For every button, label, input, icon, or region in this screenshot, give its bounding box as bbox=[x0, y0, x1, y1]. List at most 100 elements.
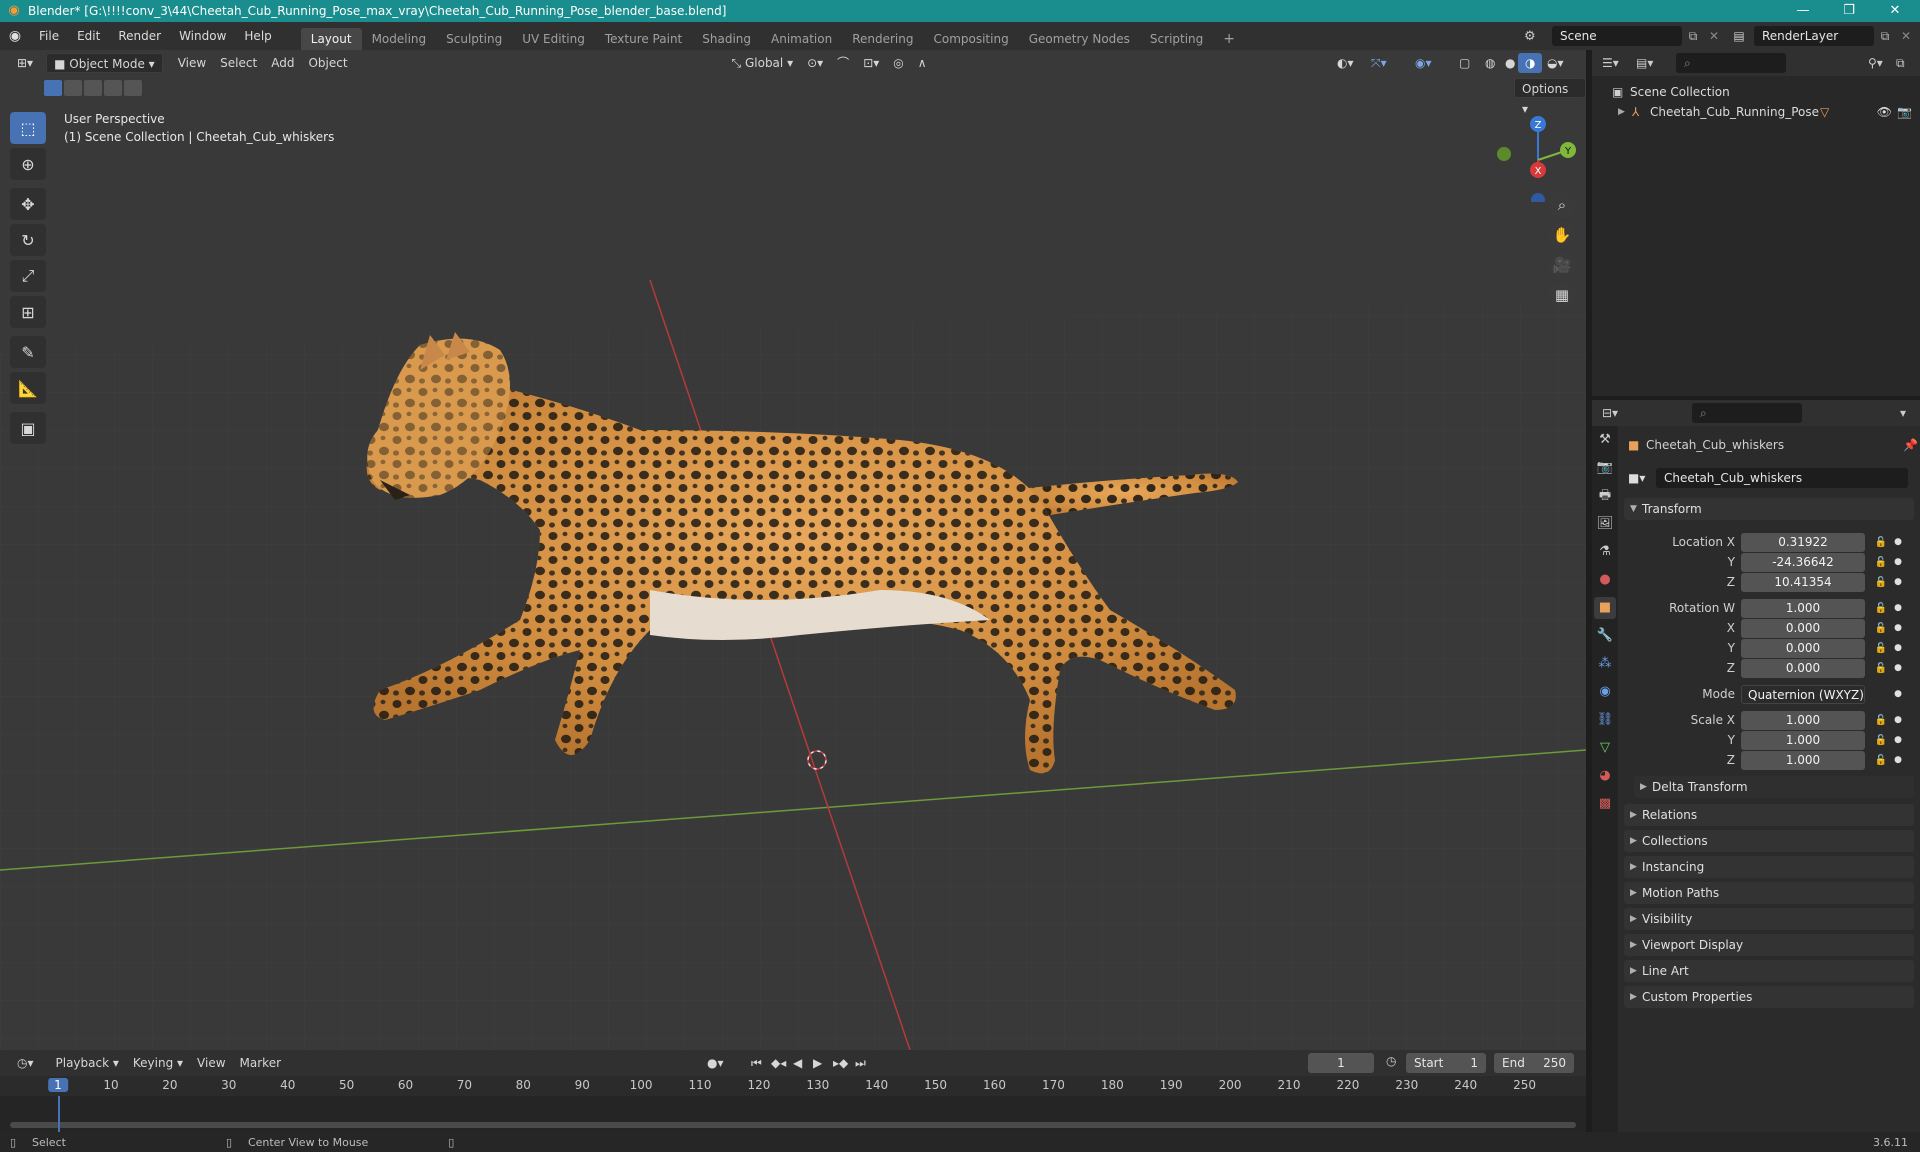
scale-x-field[interactable]: 1.000 bbox=[1741, 710, 1865, 730]
add-workspace-button[interactable]: + bbox=[1213, 28, 1245, 50]
transform-orientation[interactable]: ⤡ Global ▾ bbox=[725, 53, 801, 73]
scale-z-field[interactable]: 1.000 bbox=[1741, 750, 1865, 770]
location-x-field[interactable]: 0.31922 bbox=[1741, 532, 1865, 552]
properties-editor-icon[interactable]: ⊟▾ bbox=[1602, 406, 1636, 420]
material-shading-icon[interactable]: ◑ bbox=[1518, 53, 1543, 73]
jump-end-icon[interactable]: ⏭ bbox=[848, 1053, 873, 1073]
ortho-grid-icon[interactable]: ▦ bbox=[1549, 282, 1575, 308]
menu-edit[interactable]: Edit bbox=[68, 22, 109, 50]
new-layer-icon[interactable]: ⧉ bbox=[1874, 29, 1896, 44]
keyframe-dot-icon[interactable]: ● bbox=[1891, 623, 1905, 633]
start-frame-field[interactable]: Start 1 bbox=[1406, 1053, 1486, 1073]
select-subtract-icon[interactable] bbox=[84, 80, 102, 96]
menu-view[interactable]: View bbox=[171, 53, 213, 73]
new-collection-icon[interactable]: ⧉ bbox=[1896, 56, 1920, 71]
tab-scripting[interactable]: Scripting bbox=[1140, 28, 1213, 50]
data-tab-icon[interactable]: ▽ bbox=[1594, 737, 1616, 759]
select-box-tool-icon[interactable]: ⬚ bbox=[10, 112, 46, 144]
object-tab-icon[interactable]: ■ bbox=[1594, 597, 1616, 619]
editor-type-icon[interactable]: ⊞▾ bbox=[10, 53, 40, 73]
filter-icon[interactable]: ⚲▾ bbox=[1868, 56, 1896, 70]
timeline-scrollbar[interactable] bbox=[10, 1122, 1576, 1128]
cursor-tool-icon[interactable]: ⊕ bbox=[10, 148, 46, 180]
tab-sculpting[interactable]: Sculpting bbox=[436, 28, 512, 50]
lock-icon[interactable]: 🔓 bbox=[1871, 577, 1891, 588]
current-frame-field[interactable]: 1 bbox=[1308, 1053, 1374, 1073]
pan-hand-icon[interactable]: ✋ bbox=[1549, 222, 1575, 248]
physics-tab-icon[interactable]: ◉ bbox=[1594, 681, 1616, 703]
navigation-gizmo[interactable]: Z Y X bbox=[1490, 112, 1580, 202]
properties-options-icon[interactable]: ▾ bbox=[1900, 406, 1920, 420]
menu-object[interactable]: Object bbox=[301, 53, 354, 73]
location-z-field[interactable]: 10.41354 bbox=[1741, 572, 1865, 592]
keyframe-dot-icon[interactable]: ● bbox=[1891, 537, 1905, 547]
tab-animation[interactable]: Animation bbox=[761, 28, 842, 50]
move-tool-icon[interactable]: ✥ bbox=[10, 188, 46, 220]
menu-select[interactable]: Select bbox=[213, 53, 264, 73]
keyframe-dot-icon[interactable]: ● bbox=[1891, 603, 1905, 613]
scene-tab-icon[interactable]: ⚗ bbox=[1594, 541, 1616, 563]
lock-icon[interactable]: 🔓 bbox=[1871, 557, 1891, 568]
falloff-icon[interactable]: ∧ bbox=[911, 53, 934, 73]
datablock-browse-icon[interactable]: ■▾ bbox=[1628, 471, 1656, 485]
render-tab-icon[interactable]: 📷 bbox=[1594, 457, 1616, 479]
preview-range-icon[interactable]: ◷ bbox=[1386, 1054, 1396, 1068]
panel-viewport-display[interactable]: ▶ Viewport Display bbox=[1624, 934, 1914, 956]
camera-view-icon[interactable]: 🎥 bbox=[1549, 252, 1575, 278]
tab-geometry-nodes[interactable]: Geometry Nodes bbox=[1019, 28, 1140, 50]
new-scene-icon[interactable]: ⧉ bbox=[1682, 29, 1704, 44]
keyframe-dot-icon[interactable]: ● bbox=[1891, 643, 1905, 653]
lock-icon[interactable]: 🔓 bbox=[1871, 735, 1891, 746]
tab-shading[interactable]: Shading bbox=[692, 28, 761, 50]
world-tab-icon[interactable]: ● bbox=[1594, 569, 1616, 591]
modifier-tab-icon[interactable]: 🔧 bbox=[1594, 625, 1616, 647]
panel-custom-properties[interactable]: ▶ Custom Properties bbox=[1624, 986, 1914, 1008]
select-new-icon[interactable] bbox=[44, 80, 62, 96]
lock-icon[interactable]: 🔓 bbox=[1871, 715, 1891, 726]
remove-layer-icon[interactable]: ✕ bbox=[1896, 29, 1916, 43]
panel-relations[interactable]: ▶ Relations bbox=[1624, 804, 1914, 826]
lock-icon[interactable]: 🔓 bbox=[1871, 537, 1891, 548]
remove-scene-icon[interactable]: ✕ bbox=[1704, 29, 1724, 43]
auto-keying-icon[interactable]: ●▾ bbox=[700, 1053, 731, 1073]
blender-menu-icon[interactable]: ◉ bbox=[0, 28, 30, 44]
menu-help[interactable]: Help bbox=[235, 22, 280, 50]
tab-layout[interactable]: Layout bbox=[300, 28, 362, 50]
keyframe-dot-icon[interactable]: ● bbox=[1891, 689, 1905, 699]
delta-transform-subpanel[interactable]: ▶ Delta Transform bbox=[1634, 776, 1914, 798]
select-extend-icon[interactable] bbox=[64, 80, 82, 96]
menu-file[interactable]: File bbox=[30, 22, 68, 50]
timeline-editor-icon[interactable]: ◷▾ bbox=[10, 1053, 41, 1073]
panel-visibility[interactable]: ▶ Visibility bbox=[1624, 908, 1914, 930]
3d-viewport[interactable]: ⊞▾ ■ Object Mode ▾ View Select Add Objec… bbox=[0, 50, 1586, 1050]
render-layer-field[interactable]: RenderLayer bbox=[1754, 26, 1874, 46]
rotate-tool-icon[interactable]: ↻ bbox=[10, 224, 46, 256]
scale-y-field[interactable]: 1.000 bbox=[1741, 730, 1865, 750]
keyframe-dot-icon[interactable]: ● bbox=[1891, 557, 1905, 567]
keyframe-dot-icon[interactable]: ● bbox=[1891, 735, 1905, 745]
menu-add[interactable]: Add bbox=[264, 53, 301, 73]
proportional-edit-icon[interactable]: ◎ bbox=[886, 53, 910, 73]
panel-motion-paths[interactable]: ▶ Motion Paths bbox=[1624, 882, 1914, 904]
tab-rendering[interactable]: Rendering bbox=[842, 28, 923, 50]
menu-marker[interactable]: Marker bbox=[233, 1053, 288, 1073]
timeline-track-area[interactable] bbox=[0, 1096, 1586, 1132]
outliner-editor-icon[interactable]: ☰▾ bbox=[1602, 56, 1636, 70]
outliner-search-input[interactable]: ⌕ bbox=[1676, 53, 1786, 73]
outliner-item[interactable]: ▶ ⅄ Cheetah_Cub_Running_Pose ▽ 👁 📷 bbox=[1592, 102, 1920, 122]
scale-tool-icon[interactable]: ⤢ bbox=[10, 260, 46, 292]
measure-tool-icon[interactable]: 📐 bbox=[10, 372, 46, 404]
maximize-icon[interactable]: ❐ bbox=[1826, 0, 1872, 22]
options-dropdown[interactable]: Options ▾ bbox=[1514, 78, 1586, 116]
outliner-scene-collection[interactable]: ▣ Scene Collection bbox=[1592, 82, 1920, 102]
overlay-toggle-icon[interactable]: ◉▾ bbox=[1408, 53, 1439, 73]
rotation-w-field[interactable]: 1.000 bbox=[1741, 598, 1865, 618]
render-layer-icon[interactable]: ▤ bbox=[1724, 29, 1754, 43]
display-mode-icon[interactable]: ▤▾ bbox=[1636, 56, 1666, 70]
panel-instancing[interactable]: ▶ Instancing bbox=[1624, 856, 1914, 878]
material-tab-icon[interactable]: ◕ bbox=[1594, 765, 1616, 787]
texture-tab-icon[interactable]: ▩ bbox=[1594, 793, 1616, 815]
scene-field[interactable]: Scene bbox=[1552, 26, 1682, 46]
add-cube-tool-icon[interactable]: ▣ bbox=[10, 412, 46, 444]
lock-icon[interactable]: 🔓 bbox=[1871, 603, 1891, 614]
